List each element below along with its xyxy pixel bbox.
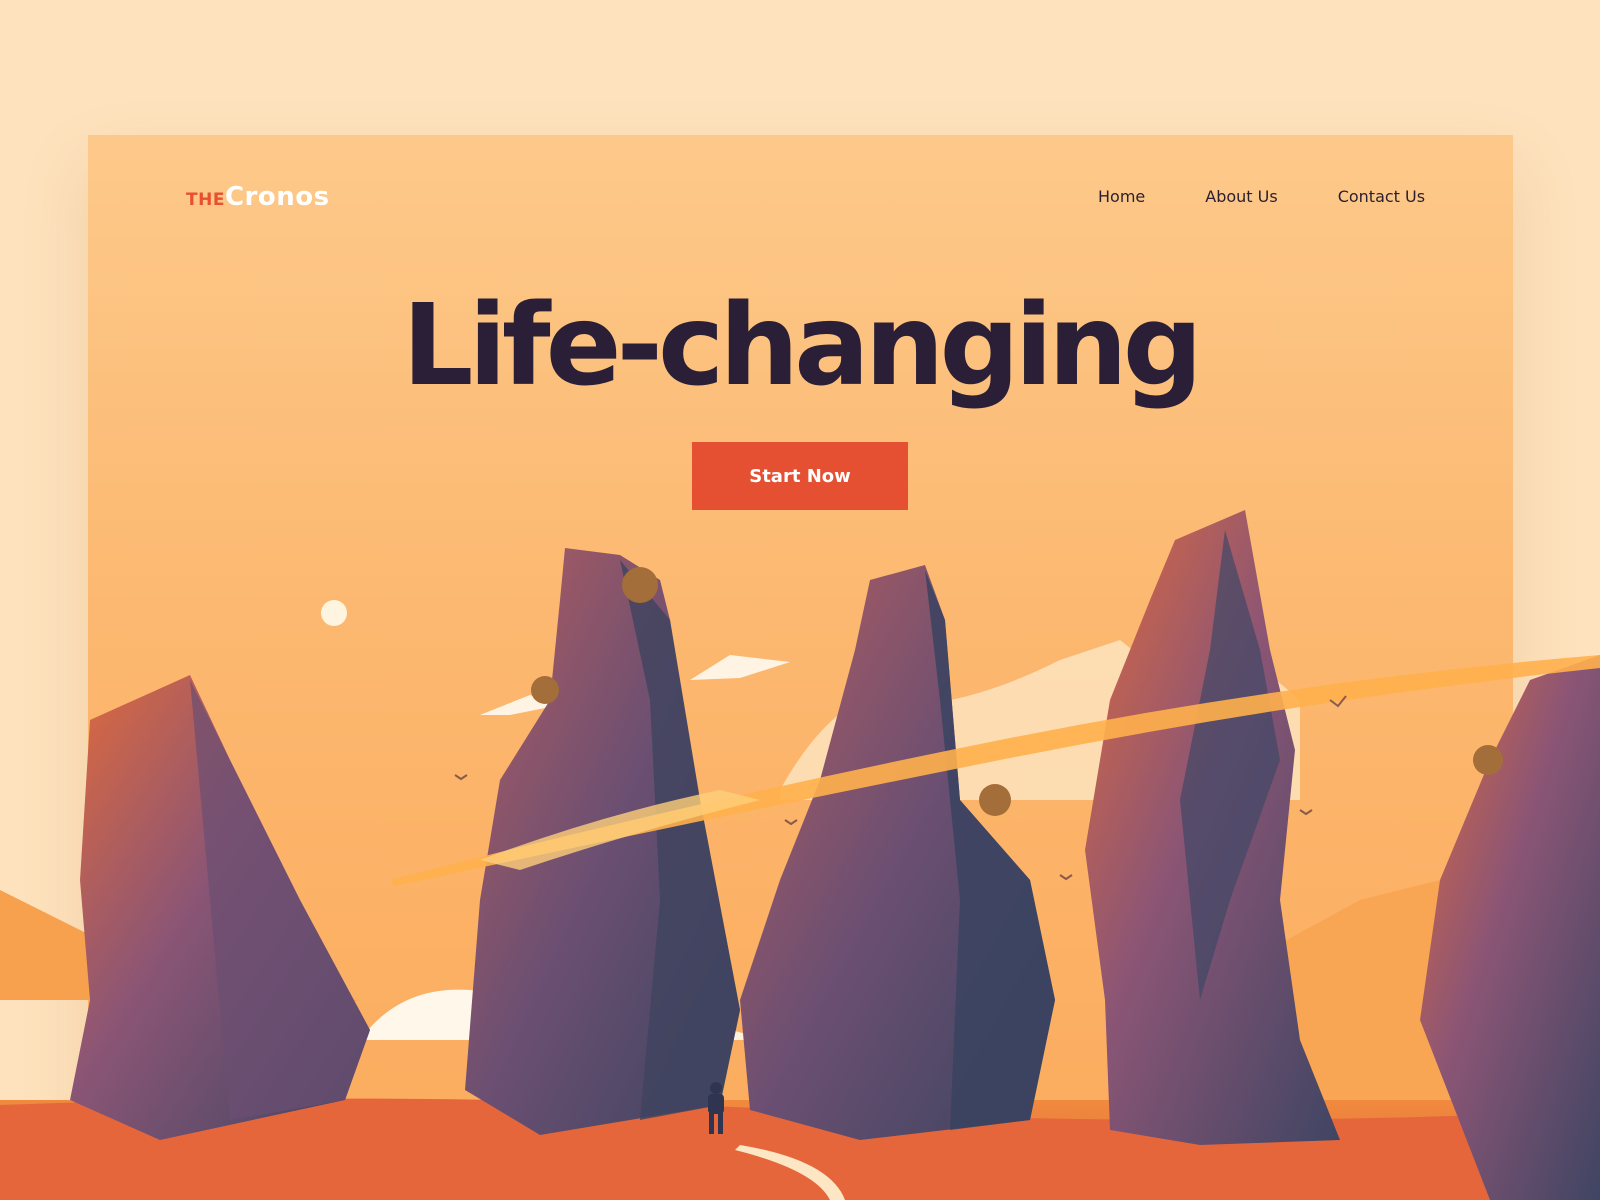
logo-prefix: THE xyxy=(186,190,225,210)
nav-home[interactable]: Home xyxy=(1098,187,1145,206)
logo[interactable]: THE Cronos xyxy=(186,182,330,212)
main-nav: Home About Us Contact Us xyxy=(1098,187,1425,206)
logo-name: Cronos xyxy=(224,182,330,212)
nav-contact-us[interactable]: Contact Us xyxy=(1338,187,1425,206)
start-now-button[interactable]: Start Now xyxy=(692,442,908,510)
hero-title: Life-changing xyxy=(402,281,1203,411)
nav-about-us[interactable]: About Us xyxy=(1205,187,1277,206)
